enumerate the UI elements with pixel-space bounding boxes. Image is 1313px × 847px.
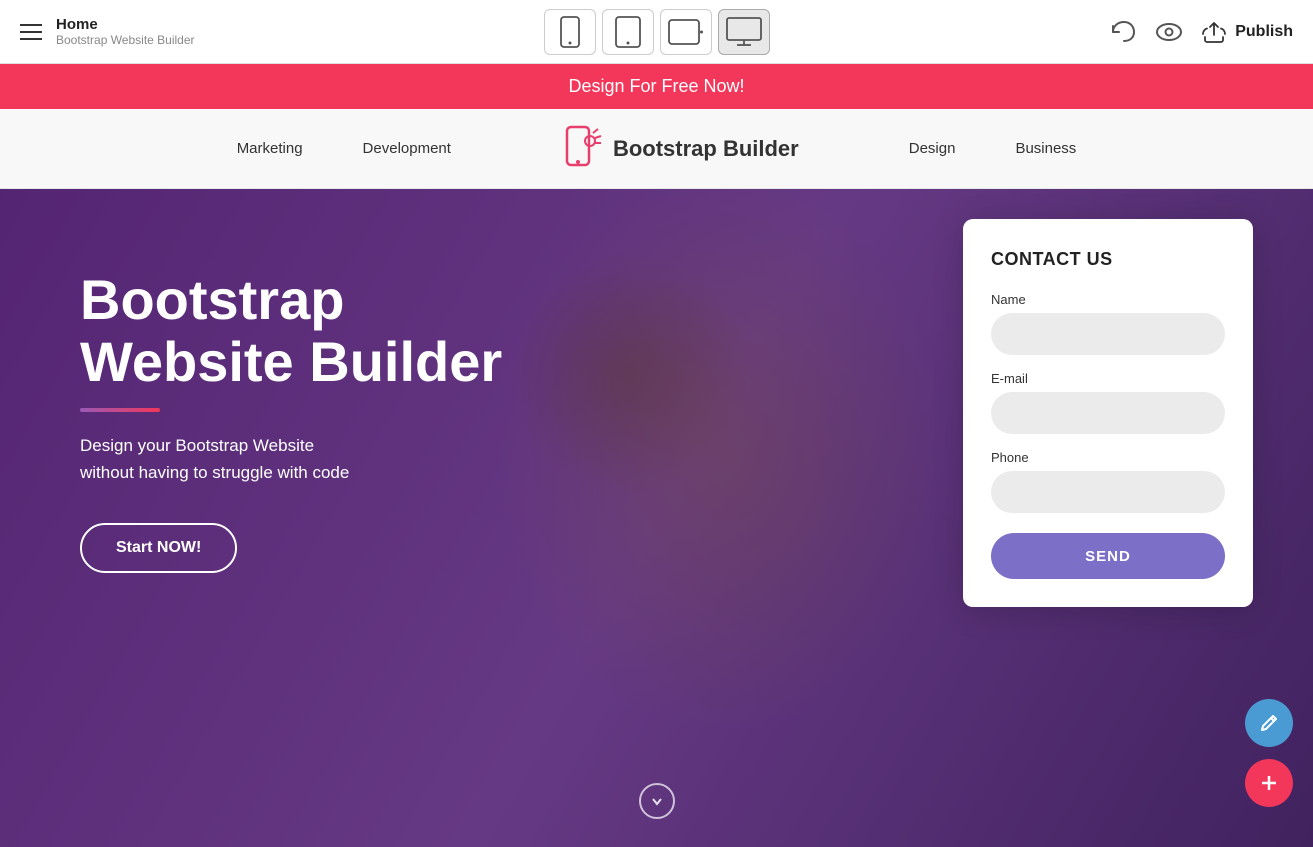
publish-button[interactable]: Publish [1201, 20, 1293, 44]
phone-label: Phone [991, 450, 1225, 465]
hero-title: BootstrapWebsite Builder [80, 269, 502, 392]
name-input[interactable] [991, 313, 1225, 355]
topbar: Home Bootstrap Website Builder [0, 0, 1313, 64]
promo-text: Design For Free Now! [568, 76, 744, 96]
hamburger-menu[interactable] [20, 24, 42, 40]
device-tablet-landscape-button[interactable] [660, 9, 712, 55]
site-logo: Bootstrap Builder [561, 123, 799, 175]
topbar-left: Home Bootstrap Website Builder [20, 16, 195, 47]
name-label: Name [991, 292, 1225, 307]
device-desktop-button[interactable] [718, 9, 770, 55]
hero-cta-button[interactable]: Start NOW! [80, 523, 237, 573]
site-subtitle: Bootstrap Website Builder [56, 33, 195, 47]
nav-development[interactable]: Development [363, 140, 451, 157]
topbar-title: Home Bootstrap Website Builder [56, 16, 195, 47]
fab-container [1245, 699, 1293, 807]
undo-button[interactable] [1109, 20, 1137, 44]
nav-marketing[interactable]: Marketing [237, 140, 303, 157]
device-switcher [544, 9, 770, 55]
add-fab-button[interactable] [1245, 759, 1293, 807]
edit-fab-button[interactable] [1245, 699, 1293, 747]
device-tablet-button[interactable] [602, 9, 654, 55]
scroll-indicator [639, 783, 675, 819]
promo-bar[interactable]: Design For Free Now! [0, 64, 1313, 109]
contact-title: CONTACT US [991, 249, 1225, 270]
site-nav-items: Marketing Development Bootstrap Builder … [237, 123, 1077, 175]
contact-card: CONTACT US Name E-mail Phone SEND [963, 219, 1253, 607]
email-label: E-mail [991, 371, 1225, 386]
topbar-right: Publish [1109, 20, 1293, 44]
phone-input[interactable] [991, 471, 1225, 513]
email-field-group: E-mail [991, 371, 1225, 434]
send-button[interactable]: SEND [991, 533, 1225, 579]
email-input[interactable] [991, 392, 1225, 434]
site-logo-text: Bootstrap Builder [613, 136, 799, 162]
preview-button[interactable] [1155, 20, 1183, 44]
hero-divider [80, 408, 160, 412]
name-field-group: Name [991, 292, 1225, 355]
site-navbar: Marketing Development Bootstrap Builder … [0, 109, 1313, 189]
site-title: Home [56, 16, 195, 33]
hero-content: BootstrapWebsite Builder Design your Boo… [80, 269, 502, 573]
hero-subtitle: Design your Bootstrap Websitewithout hav… [80, 432, 480, 486]
nav-design[interactable]: Design [909, 140, 956, 157]
nav-business[interactable]: Business [1015, 140, 1076, 157]
publish-label: Publish [1235, 23, 1293, 41]
hero-section: BootstrapWebsite Builder Design your Boo… [0, 189, 1313, 847]
phone-field-group: Phone [991, 450, 1225, 513]
device-mobile-button[interactable] [544, 9, 596, 55]
